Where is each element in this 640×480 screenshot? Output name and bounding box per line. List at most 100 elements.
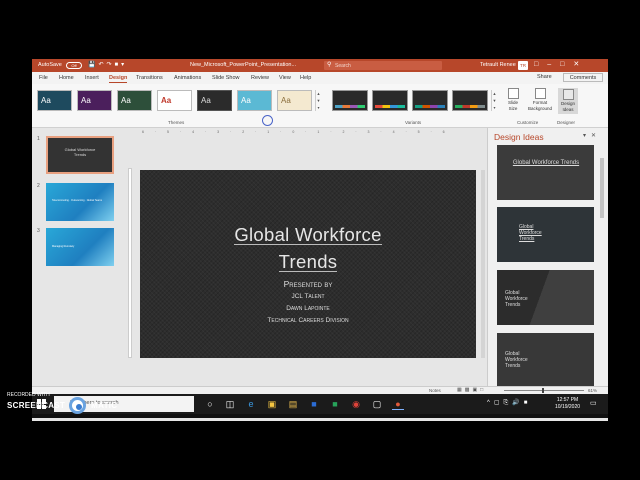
taskbar-clock[interactable]: 12:57 PM 10/19/2020 (555, 397, 580, 411)
themes-scroll-arrows[interactable]: ▲ ▼ ▾ (315, 90, 321, 111)
bottom-strip (32, 414, 608, 418)
current-slide[interactable]: Global Workforce Trends Presented by JCL… (140, 170, 476, 358)
search-placeholder: Search (335, 62, 351, 69)
tab-insert[interactable]: Insert (85, 75, 99, 81)
pane-controls[interactable]: ▾✕ (583, 132, 601, 139)
store-icon[interactable]: ▣ (266, 398, 278, 410)
zoom-slider-knob[interactable] (542, 388, 544, 393)
thumbnail-text: Managing Remotely (52, 245, 75, 248)
slide-scrollbar[interactable] (481, 170, 485, 358)
title-line-1: Global Workforce (234, 224, 382, 245)
file-explorer-icon[interactable]: ▤ (287, 398, 299, 410)
notification-icon[interactable]: ▭ (590, 399, 597, 407)
thumbnail-text: Telecommuting · Outsourcing · Global Tea… (52, 199, 102, 202)
cortana-icon[interactable]: ○ (204, 398, 216, 410)
variants-group-label: Variants (405, 120, 422, 125)
theme-thumbnail[interactable]: Aa (237, 90, 272, 111)
horizontal-ruler: 6 · 5 · 4 · 3 · 2 · 1 · 0 · 1 · 2 · 3 · … (142, 130, 450, 134)
design-ideas-scrollbar[interactable] (600, 158, 604, 218)
title-bar: AutoSave Off 💾↶↷■▾ New_Microsoft_PowerPo… (32, 59, 608, 72)
format-background-button[interactable]: Format Background (526, 88, 554, 112)
clock-date: 10/19/2020 (555, 404, 581, 410)
tab-review[interactable]: Review (251, 75, 269, 81)
title-line-2: Trends (278, 251, 338, 272)
company-text: JCL Talent (291, 293, 325, 300)
slide-number: 2 (37, 183, 40, 189)
slide-size-label: Slide Size (507, 100, 518, 111)
theme-thumbnail[interactable]: Aa (277, 90, 312, 111)
status-bar: Notes ▦▩▣□ 61% (32, 386, 608, 394)
idea-title: Global Workforce Trends (505, 351, 528, 369)
user-name[interactable]: Tetrault Renee (480, 62, 516, 68)
windows-taskbar: Type here to search ○ ◫ e ▣ ▤ ■ ■ ◉ ▢ ● … (32, 394, 608, 414)
excel-icon[interactable]: ■ (329, 398, 341, 410)
design-ideas-label: Design Ideas (560, 101, 575, 112)
edge-icon[interactable]: e (245, 398, 257, 410)
tab-animations[interactable]: Animations (174, 75, 201, 81)
idea-title: Global Workforce Trends (512, 160, 580, 166)
slide-number: 3 (37, 228, 40, 234)
variant-thumbnail[interactable] (372, 90, 408, 111)
tab-help[interactable]: Help (300, 75, 311, 81)
slide-editing-area: 6 · 5 · 4 · 3 · 2 · 1 · 0 · 1 · 2 · 3 · … (124, 128, 487, 401)
slide-size-button[interactable]: Slide Size (504, 88, 522, 112)
variant-thumbnail[interactable] (412, 90, 448, 111)
window-controls[interactable]: □–□✕ (534, 60, 588, 68)
snipping-tool-icon[interactable]: ▢ (371, 398, 383, 410)
variant-thumbnail[interactable] (452, 90, 488, 111)
design-idea-card-1[interactable]: Global Workforce Trends (497, 145, 594, 200)
thumbnail-title: Global Workforce Trends (64, 147, 96, 157)
variants-scroll-arrows[interactable]: ▲ ▼ ▾ (491, 90, 497, 111)
quick-access-icons[interactable]: 💾↶↷■▾ (88, 61, 127, 68)
design-ideas-icon (562, 89, 574, 100)
system-tray-icons[interactable]: ^▢⎘🔊■ (487, 399, 531, 407)
tab-design[interactable]: Design (109, 75, 128, 83)
autosave-label: AutoSave (38, 62, 62, 68)
theme-thumbnail[interactable]: Aa (197, 90, 232, 111)
design-ideas-button[interactable]: Design Ideas (558, 88, 578, 114)
view-mode-icons[interactable]: ▦▩▣□ (457, 387, 486, 393)
theme-thumbnail[interactable]: Aa (117, 90, 152, 111)
powerpoint-icon[interactable]: ● (392, 398, 404, 410)
tab-transitions[interactable]: Transitions (136, 75, 163, 81)
customize-group-label: Customize (517, 120, 539, 125)
slide-thumbnail-2[interactable]: Telecommuting · Outsourcing · Global Tea… (46, 183, 114, 221)
tab-file[interactable]: File (39, 75, 48, 81)
design-ideas-pane: Design Ideas ▾✕ Global Workforce Trends … (487, 128, 608, 401)
comments-button[interactable]: Comments (563, 73, 603, 82)
avatar[interactable]: TR (518, 61, 528, 70)
theme-thumbnail[interactable]: Aa (37, 90, 72, 111)
slide-thumbnail-3[interactable]: Managing Remotely (46, 228, 114, 266)
presenter-text: Dawn Lapointe (286, 305, 330, 312)
notes-button[interactable]: Notes (429, 388, 441, 393)
format-background-label: Format Background (527, 100, 553, 111)
zoom-level[interactable]: 61% (588, 388, 597, 393)
slide-title[interactable]: Global Workforce Trends (140, 221, 476, 275)
search-input[interactable]: ⚲ Search (324, 61, 442, 70)
task-view-icon[interactable]: ◫ (224, 398, 236, 410)
slide-subtitle[interactable]: Presented by JCL Talent Dawn Lapointe Te… (140, 278, 476, 327)
vertical-ruler (128, 168, 132, 358)
tab-slide-show[interactable]: Slide Show (212, 75, 240, 81)
idea-title: Global Workforce Trends (519, 224, 542, 242)
design-idea-card-3[interactable]: Global Workforce Trends (497, 270, 594, 325)
word-icon[interactable]: ■ (308, 398, 320, 410)
slide-thumbnail-1[interactable]: Global Workforce Trends (46, 136, 114, 174)
mouse-cursor-highlight (262, 115, 273, 126)
chrome-icon[interactable]: ◉ (350, 398, 362, 410)
document-name: New_Microsoft_PowerPoint_Presentation... (190, 62, 297, 68)
variant-thumbnail[interactable] (332, 90, 368, 111)
theme-thumbnail[interactable]: Aa (77, 90, 112, 111)
theme-thumbnail[interactable]: Aa (157, 90, 192, 111)
design-idea-card-2[interactable]: Global Workforce Trends (497, 207, 594, 262)
idea-title: Global Workforce Trends (505, 290, 528, 308)
themes-group-label: Themes (168, 120, 185, 125)
share-button[interactable]: Share (537, 74, 552, 80)
autosave-toggle[interactable]: Off (66, 62, 82, 69)
design-idea-card-4[interactable]: Global Workforce Trends (497, 333, 594, 388)
zoom-slider[interactable] (504, 390, 584, 391)
tab-view[interactable]: View (279, 75, 291, 81)
slide-thumbnail-pane: 1 Global Workforce Trends 2 Telecommutin… (32, 128, 124, 401)
tab-home[interactable]: Home (59, 75, 74, 81)
slide-size-icon (507, 88, 519, 99)
